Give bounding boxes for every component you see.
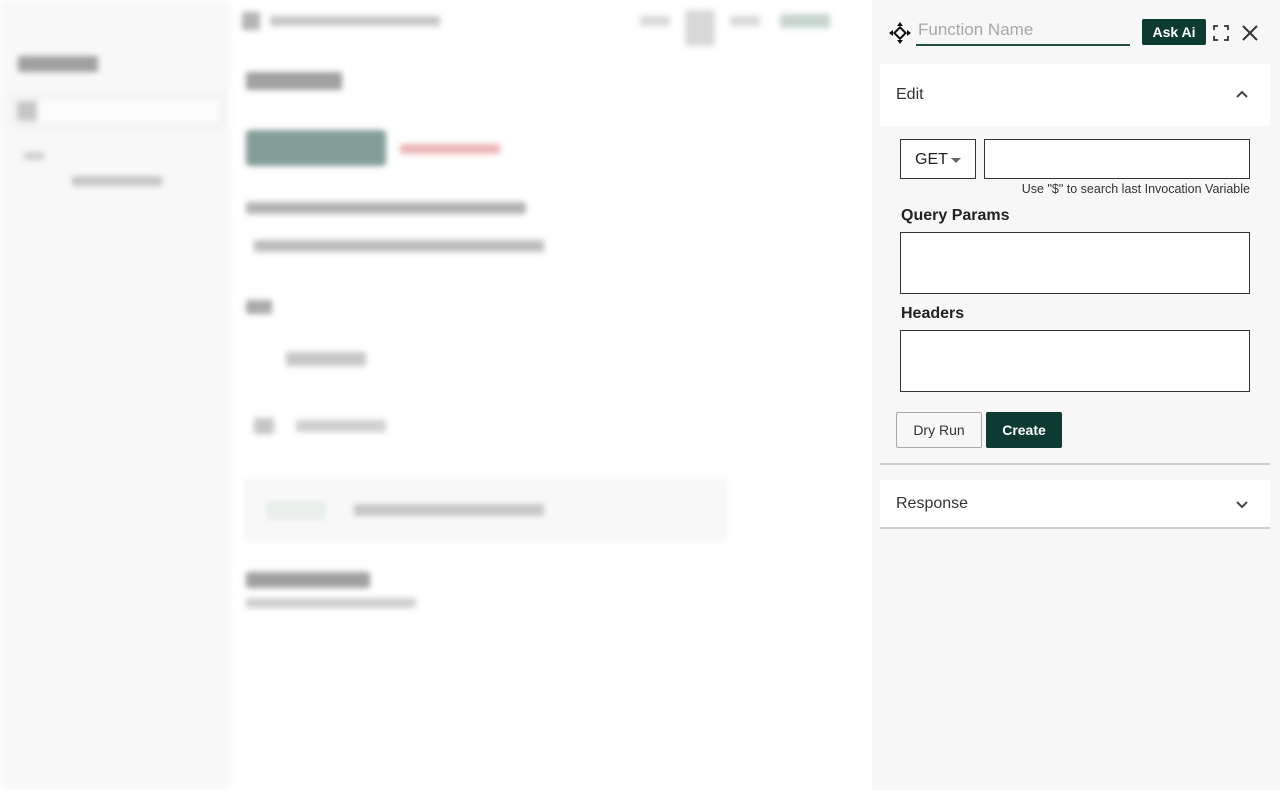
fullscreen-icon[interactable] [1213, 25, 1229, 41]
query-params-input[interactable] [900, 232, 1250, 294]
function-panel: Ask Ai Edit GET Use "$" to search last I… [872, 0, 1280, 790]
ask-ai-button[interactable]: Ask Ai [1142, 19, 1206, 45]
function-name-input[interactable] [916, 16, 1130, 46]
response-section-header[interactable]: Response [880, 480, 1270, 527]
headers-input[interactable] [900, 330, 1250, 392]
section-divider [880, 463, 1270, 465]
dry-run-button[interactable]: Dry Run [896, 412, 982, 448]
background-sidebar [0, 0, 230, 790]
response-section-title: Response [896, 495, 969, 512]
headers-label: Headers [901, 305, 965, 322]
invocation-variable-hint: Use "$" to search last Invocation Variab… [1021, 182, 1250, 196]
create-button[interactable]: Create [986, 412, 1062, 448]
caret-down-icon [951, 158, 961, 163]
query-params-label: Query Params [901, 207, 1010, 224]
section-divider [880, 527, 1270, 529]
panel-header: Ask Ai [872, 0, 1280, 62]
http-method-value: GET [915, 151, 948, 168]
url-input[interactable] [984, 139, 1250, 179]
close-icon[interactable] [1241, 24, 1259, 42]
chevron-down-icon[interactable] [1234, 496, 1250, 512]
edit-section-title: Edit [896, 86, 924, 103]
chevron-up-icon[interactable] [1234, 87, 1250, 103]
http-method-select[interactable]: GET [900, 139, 976, 179]
background-main [230, 0, 872, 790]
background-app [0, 0, 872, 790]
diamond-arrows-icon [889, 22, 911, 44]
edit-section-header[interactable]: Edit [880, 64, 1270, 126]
